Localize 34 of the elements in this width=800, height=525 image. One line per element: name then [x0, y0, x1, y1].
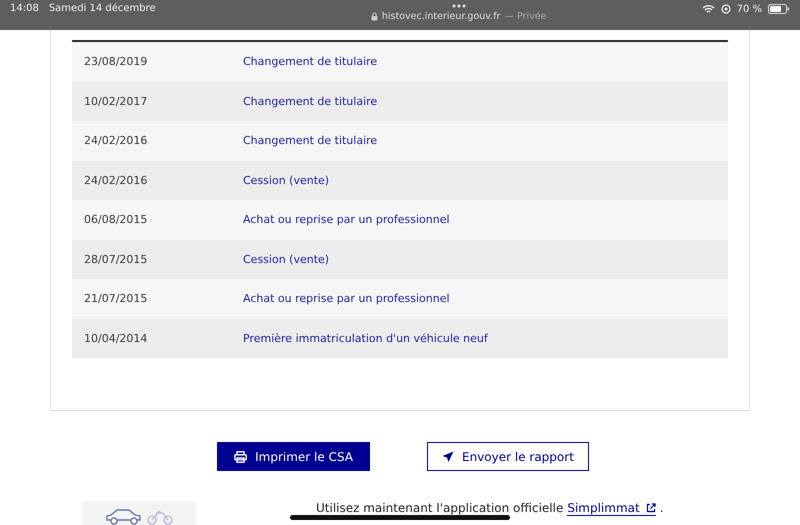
send-button[interactable]: Envoyer le rapport [427, 442, 589, 471]
lock-icon [370, 12, 378, 21]
event-link[interactable]: Changement de titulaire [243, 134, 378, 148]
more-dots-icon[interactable] [452, 4, 466, 8]
event-link[interactable]: Changement de titulaire [243, 55, 378, 68]
private-label: — Privée [504, 11, 546, 22]
battery-percent: 70 % [736, 4, 762, 15]
date-cell-text: 28/07/2015 [83, 252, 148, 266]
address-url[interactable]: histovec.interieur.gouv.fr [382, 11, 500, 22]
date-cell-text: 10/02/2017 [83, 94, 148, 108]
event-link[interactable]: Cession (vente) [243, 174, 330, 187]
status-time: 14:08 [10, 3, 39, 16]
event-link[interactable]: Cession (vente) [243, 252, 330, 266]
simplimmat-link[interactable]: Simplimmat [567, 501, 656, 516]
date-cell-text: 21/07/2015 [83, 292, 148, 306]
date-cell-text: 06/08/2015 [83, 213, 148, 226]
event-link[interactable]: Achat ou reprise par un professionnel [243, 213, 450, 226]
promo-text: Utilisez maintenant l'application officielle [316, 501, 564, 515]
event-link[interactable]: Changement de titulaire [243, 94, 378, 108]
promo-period: . [660, 501, 664, 515]
date-cell-text: 24/02/2016 [83, 174, 148, 187]
date-cell-text: 24/02/2016 [83, 134, 148, 148]
status-date: Samedi 14 décembre [48, 3, 156, 16]
wifi-icon [702, 4, 715, 14]
printer-icon [234, 450, 248, 462]
external-link-icon [646, 503, 656, 513]
date-cell-text: 23/08/2019 [83, 55, 148, 68]
event-link[interactable]: Achat ou reprise par un professionnel [243, 292, 450, 306]
orientation-lock-icon [720, 4, 731, 14]
print-button[interactable]: Imprimer le CSA [217, 442, 370, 471]
date-cell-text: 10/04/2014 [83, 332, 148, 345]
send-arrow-icon [442, 450, 454, 462]
battery-icon [768, 4, 790, 14]
event-link[interactable]: Première immatriculation d'un véhicule neuf [243, 332, 488, 345]
